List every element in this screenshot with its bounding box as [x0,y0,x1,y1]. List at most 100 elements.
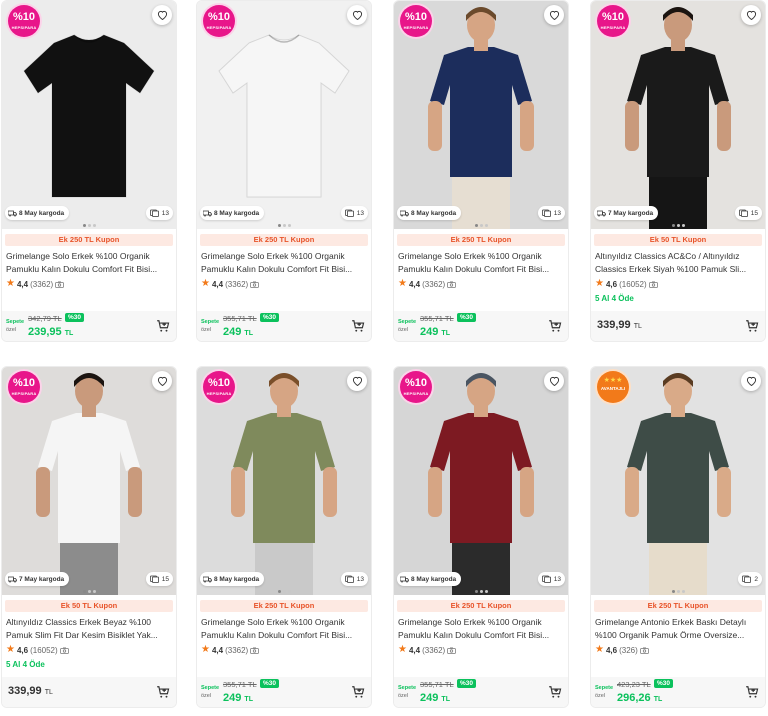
rating-score: 4,4 [408,279,421,289]
photo-review-badge[interactable]: 13 [340,206,368,220]
product-title[interactable]: Grimelange Solo Erkek %100 Organik Pamuk… [201,616,367,642]
hepsipara-label: HEPSIPARA [206,25,232,30]
heart-icon[interactable] [741,371,761,391]
product-title[interactable]: Grimelange Solo Erkek %100 Organik Pamuk… [6,250,172,276]
product-title[interactable]: Grimelange Solo Erkek %100 Organik Pamuk… [201,250,367,276]
special-label: özel [398,327,409,333]
photo-review-badge[interactable]: 2 [738,572,762,586]
star-icon: ★ [595,278,604,289]
heart-icon[interactable] [544,5,564,25]
add-to-cart-icon[interactable] [156,319,170,333]
carousel-dots[interactable] [591,224,765,227]
add-to-cart-icon[interactable] [548,319,562,333]
hepsipara-label: HEPSIPARA [206,391,232,396]
photo-review-badge[interactable]: 13 [145,206,173,220]
heart-icon[interactable] [347,371,367,391]
carousel-dots[interactable] [2,590,176,593]
carousel-dots[interactable] [2,224,176,227]
product-title[interactable]: Altınyıldız Classics Erkek Beyaz %100 Pa… [6,616,172,642]
camera-icon [250,281,260,288]
photo-review-icon [344,209,354,217]
heart-icon[interactable] [741,5,761,25]
old-price: 342,79 TL [28,314,62,323]
basket-label: Sepete [6,319,25,325]
sale-price: 249 TL [420,692,450,704]
add-to-cart-icon[interactable] [548,685,562,699]
heart-icon[interactable] [347,5,367,25]
shipping-badge: 8 May kargoda [200,206,265,220]
hepsipara-badge: %10 HEPSIPARA [203,371,235,403]
hepsipara-percent: %10 [12,377,36,389]
product-title[interactable]: Altınyıldız Classics AC&Co / Altınyıldız… [595,250,761,276]
photo-review-badge[interactable]: 13 [537,572,565,586]
price-amount: 249 [420,326,439,338]
hepsipara-badge: %10 HEPSIPARA [400,5,432,37]
add-to-cart-icon[interactable] [745,319,759,333]
price-amount: 249 [223,326,242,338]
basket-label: Sepete [398,685,417,691]
add-to-cart-icon[interactable] [351,685,365,699]
shipping-date: 8 May kargoda [19,209,65,217]
add-to-cart-icon[interactable] [156,685,170,699]
photo-review-badge[interactable]: 15 [145,572,173,586]
photo-review-icon [149,575,159,583]
photo-review-icon [742,575,752,583]
photo-review-badge[interactable]: 15 [734,206,762,220]
hepsipara-badge: %10 HEPSIPARA [8,5,40,37]
rating: ★ 4,6 (326) [595,645,649,655]
coupon-label: Ek 250 TL Kupon [200,234,368,246]
product-grid: %10 HEPSIPARA 8 May kargoda 13 Ek 250 TL … [0,0,768,716]
add-to-cart-icon[interactable] [351,319,365,333]
coupon-label: Ek 50 TL Kupon [594,234,762,246]
rating-score: 4,4 [16,279,29,289]
product-title[interactable]: Grimelange Solo Erkek %100 Organik Pamuk… [398,616,564,642]
camera-icon [250,647,260,654]
carousel-dots[interactable] [394,590,568,593]
photo-review-badge[interactable]: 13 [537,206,565,220]
rating-score: 4,6 [16,645,29,655]
product-card[interactable]: %10 HEPSIPARA 7 May kargoda 15 Ek 50 TL K… [1,366,177,708]
heart-icon[interactable] [152,371,172,391]
product-card[interactable]: %10 HEPSIPARA 8 May kargoda 13 Ek 250 TL … [393,366,569,708]
price-amount: 296,26 [617,692,651,704]
basket-special-label: Sepete özel [6,318,26,334]
price-box: 339,99 TL [2,677,176,707]
carousel-dots[interactable] [591,590,765,593]
carousel-dots[interactable] [394,224,568,227]
basket-special-label: Sepete özel [201,684,221,700]
product-card[interactable]: %10 HEPSIPARA 7 May kargoda 15 Ek 50 TL K… [590,0,766,342]
hepsipara-badge: %10 HEPSIPARA [400,371,432,403]
photo-review-badge[interactable]: 13 [340,572,368,586]
old-price: 355,71 TL [420,314,454,323]
product-card[interactable]: %10 HEPSIPARA 8 May kargoda 13 Ek 250 TL … [196,366,372,708]
product-card[interactable]: ★★★ AVANTAJLI 2 Ek 250 TL Kupon Grimelang… [590,366,766,708]
shipping-date: 8 May kargoda [214,209,260,217]
product-card[interactable]: %10 HEPSIPARA 8 May kargoda 13 Ek 250 TL … [196,0,372,342]
special-label: özel [6,327,17,333]
old-price: 355,71 TL [223,680,257,689]
product-card[interactable]: %10 HEPSIPARA 8 May kargoda 13 Ek 250 TL … [393,0,569,342]
heart-icon[interactable] [544,371,564,391]
price-box: Sepete özel 355,71 TL %30 249 TL [394,311,568,341]
product-title[interactable]: Grimelange Solo Erkek %100 Organik Pamuk… [398,250,564,276]
hepsipara-percent: %10 [12,11,36,23]
star-icon: ★ [6,278,15,289]
carousel-dots[interactable] [197,224,371,227]
price-amount: 239,95 [28,326,62,338]
rating-score: 4,6 [605,645,618,655]
star-icon: ★ [201,278,210,289]
basket-label: Sepete [201,319,220,325]
stars-icon: ★★★ [603,377,623,384]
product-title[interactable]: Grimelange Antonio Erkek Baskı Detaylı %… [595,616,761,642]
special-label: özel [201,327,212,333]
review-count: (16052) [619,279,647,289]
add-to-cart-icon[interactable] [745,685,759,699]
price-currency: TL [633,323,642,330]
review-count: (3362) [422,279,446,289]
carousel-dots[interactable] [197,590,371,593]
price: 339,99 TL [8,685,53,697]
product-card[interactable]: %10 HEPSIPARA 8 May kargoda 13 Ek 250 TL … [1,0,177,342]
rating-score: 4,4 [211,279,224,289]
heart-icon[interactable] [152,5,172,25]
camera-icon [648,281,658,288]
